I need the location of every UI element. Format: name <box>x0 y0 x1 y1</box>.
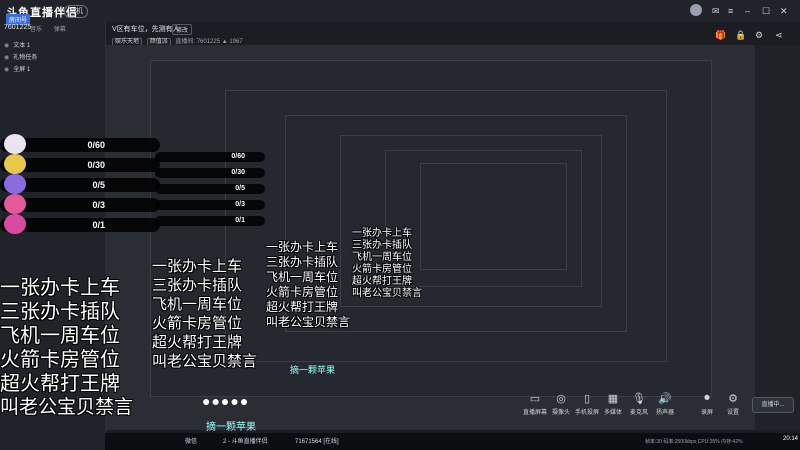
overlay-text: 飞机一周车位 <box>0 325 120 347</box>
overlay-text: 一张办卡上车 <box>266 240 339 254</box>
rocket-icon <box>4 194 26 214</box>
taskbar-item[interactable]: 71671564 [在线] <box>295 436 339 445</box>
taskbar-item[interactable]: 微信 <box>185 436 197 445</box>
super-rocket-icon <box>4 214 26 234</box>
overlay-text: 一张办卡上车 <box>352 228 412 239</box>
taskbar-item[interactable]: 2 - 斗鱼直播伴侣 <box>223 436 268 445</box>
plane-icon <box>4 174 26 194</box>
avatar[interactable] <box>690 4 702 16</box>
room-title: V区有车位，先测有人 <box>112 26 180 33</box>
settings-icon: ⚙ <box>728 393 738 405</box>
tab-music[interactable]: 音乐 <box>30 27 42 33</box>
eye-icon[interactable]: ◉ <box>4 55 9 61</box>
volume-button[interactable]: 🔊 扬声器 <box>648 392 682 416</box>
gift-coin-icon <box>4 154 26 174</box>
overlay-text: 超火帮打王牌 <box>0 373 120 395</box>
taskbar: 微信 2 - 斗鱼直播伴侣 71671564 [在线] 帧率:30 码率:250… <box>105 433 800 450</box>
room-info-row: 娱乐天地 颜值派 直播间: 7601225 ▲ 1967 <box>112 36 243 46</box>
nested-preview <box>420 163 567 270</box>
tab-danmaku[interactable]: 弹幕 <box>54 27 66 33</box>
eye-icon[interactable]: ◉ <box>4 67 9 73</box>
layer-item[interactable]: ◉ 全屏 1 <box>4 64 94 73</box>
overlay-text: 叫老公宝贝禁言 <box>266 315 351 329</box>
progress-dots: ●●●●● <box>202 393 250 409</box>
overlay-text: 三张办卡插队 <box>266 255 339 269</box>
right-panel <box>755 45 800 430</box>
counter-bar: 0/3 <box>155 200 265 210</box>
gift-icon[interactable]: 🎁 <box>715 30 726 41</box>
lock-icon[interactable]: 🔒 <box>735 30 746 41</box>
overlay-text: 三张办卡插队 <box>152 277 243 294</box>
overlay-text: 飞机一周车位 <box>266 270 339 284</box>
volume-icon: 🔊 <box>658 393 672 405</box>
counter-bar: 0/60 <box>155 152 265 162</box>
stream-stats: 帧率:30 码率:2500kbps CPU:35% 内存:42% <box>645 439 743 445</box>
counter-panel: 0/60 0/30 0/5 0/3 0/1 <box>0 134 170 238</box>
settings-icon[interactable]: ⚙ <box>755 30 763 41</box>
overlay-text: 火箭卡房管位 <box>0 349 120 371</box>
start-live-button[interactable]: 直播中... <box>752 397 794 413</box>
overlay-text: 一张办卡上车 <box>152 258 243 275</box>
overlay-text: 叫老公宝贝禁言 <box>152 353 258 370</box>
overlay-text: 火箭卡房管位 <box>352 264 412 275</box>
overlay-text: 火箭卡房管位 <box>152 315 243 332</box>
stream-preview <box>105 45 755 430</box>
sidebar-tabs: 音乐 弹幕 <box>30 24 76 33</box>
counter-bar: 0/5 <box>155 184 265 194</box>
counter-bar: 0/30 <box>155 168 265 178</box>
overlay-text: 飞机一周车位 <box>152 296 243 313</box>
apple-task: 摘一颗苹果 <box>206 422 256 433</box>
overlay-text: 一张办卡上车 <box>0 277 120 299</box>
overlay-text: 叫老公宝贝禁言 <box>352 288 422 299</box>
layer-item[interactable]: ◉ 礼物任务 <box>4 52 94 61</box>
minimize-icon[interactable]: – <box>745 6 750 16</box>
counter-bar: 0/1 <box>155 216 265 226</box>
overlay-text: 超火帮打王牌 <box>152 334 243 351</box>
user-id: 7601225 <box>4 24 32 31</box>
overlay-text: 超火帮打王牌 <box>352 276 412 287</box>
maximize-icon[interactable]: ☐ <box>762 6 770 17</box>
overlay-text: 叫老公宝贝禁言 <box>0 397 134 418</box>
overlay-text: 三张办卡插队 <box>0 301 120 323</box>
overlay-text: 三张办卡插队 <box>352 240 412 251</box>
overlay-text: 超火帮打王牌 <box>266 300 339 314</box>
overlay-text: 飞机一周车位 <box>352 252 412 263</box>
edit-title-button[interactable]: 修改 <box>172 24 193 35</box>
counter-panel: 0/60 0/30 0/5 0/3 0/1 <box>155 152 270 227</box>
eye-icon[interactable]: ◉ <box>4 43 9 49</box>
gift-coin-icon <box>4 134 26 154</box>
apple-task: 摘一颗苹果 <box>290 365 336 375</box>
settings-button[interactable]: ⚙ 设置 <box>716 392 750 416</box>
mail-icon[interactable]: ✉ <box>712 6 720 17</box>
share-icon[interactable]: ⋖ <box>775 30 783 41</box>
clock: 20:14 <box>783 436 799 442</box>
menu-icon[interactable]: ≡ <box>728 6 733 16</box>
overlay-text: 火箭卡房管位 <box>266 285 339 299</box>
layer-item[interactable]: ◉ 文本 1 <box>4 40 94 49</box>
live-status-chip[interactable]: 待机 <box>64 5 88 18</box>
close-icon[interactable]: ✕ <box>780 6 788 17</box>
